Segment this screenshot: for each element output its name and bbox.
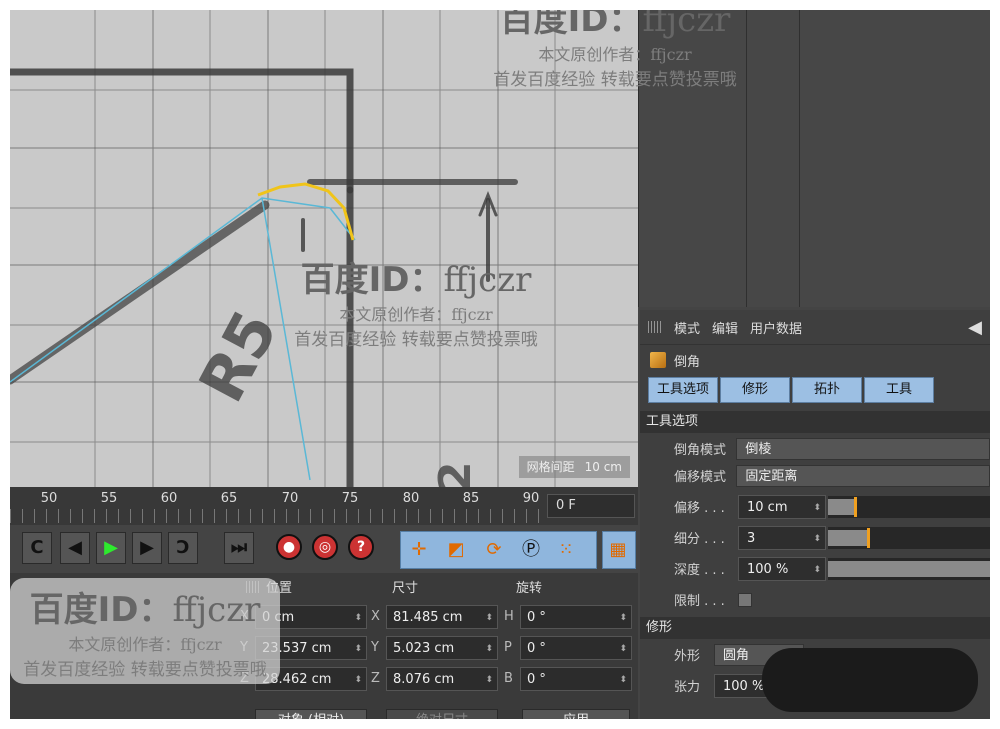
bevel-spline[interactable]	[257, 182, 355, 241]
grid-icon[interactable]: ⁙	[553, 537, 579, 563]
tab-tool[interactable]: 工具	[864, 377, 934, 403]
tab-topology[interactable]: 拓扑	[792, 377, 862, 403]
go-to-end-button[interactable]: Ↄ	[168, 532, 198, 564]
offset-mode-row: 偏移模式 固定距离	[640, 460, 990, 491]
autokey-icon[interactable]: ◎	[312, 534, 338, 560]
depth-label: 深度 . . .	[674, 563, 725, 578]
timeline-tick: 65	[220, 491, 238, 506]
rotation-b-input[interactable]: 0 ° ⬍	[520, 667, 632, 691]
axis-label: H	[504, 609, 514, 624]
rotation-h-input[interactable]: 0 ° ⬍	[520, 605, 632, 629]
menu-mode[interactable]: 模式	[674, 318, 700, 337]
grid-spacing-readout: 网格间距 10 cm	[518, 456, 630, 478]
timeline-tick: 80	[402, 491, 420, 506]
limit-label: 限制 . . .	[674, 594, 725, 609]
timeline-ruler[interactable]: 50 55 60 65 70 75 80 85 90 0 F	[10, 487, 638, 525]
timeline-tick: 55	[100, 491, 118, 506]
grid-spacing-value: 10 cm	[584, 460, 622, 474]
rotate-icon[interactable]: ⟳	[481, 537, 507, 563]
go-to-start-button[interactable]: C	[22, 532, 52, 564]
tab-shaping[interactable]: 修形	[720, 377, 790, 403]
watermark-center: 百度ID：ffjczr 本文原创作者：ffjczr 首发百度经验 转载要点赞投票…	[294, 260, 538, 350]
attribute-menu-bar: 模式 编辑 用户数据 ◀	[640, 310, 990, 345]
depth-input[interactable]: 100 % ⬍	[738, 556, 826, 581]
offset-mode-dropdown[interactable]: 固定距离	[736, 464, 990, 487]
play-button[interactable]: ▶	[96, 532, 126, 564]
offset-slider-fill	[828, 498, 856, 515]
cinema4d-window: R5 2 网格间距 10 cm 模式 编辑 用户数据 ◀ 倒角 工具选项 修形 …	[10, 10, 990, 719]
bevel-tool-icon	[650, 352, 666, 368]
size-y-input[interactable]: 5.023 cm ⬍	[386, 636, 498, 660]
bevel-mode-label: 倒角模式	[674, 443, 727, 458]
next-key-button[interactable]: ▶	[132, 532, 162, 564]
depth-slider[interactable]	[828, 557, 990, 580]
watermark-top: 百度ID：ffjczr 本文原创作者：ffjczr 首发百度经验 转载要点赞投票…	[493, 10, 737, 90]
limit-row: 限制 . . .	[640, 584, 990, 615]
section-shaping[interactable]: 修形	[640, 617, 990, 639]
timeline-tick: 85	[462, 491, 480, 506]
offset-row: 偏移 . . . 10 cm ⬍	[640, 491, 990, 522]
apply-button[interactable]: 应用	[522, 709, 630, 719]
subdivision-input[interactable]: 3 ⬍	[738, 525, 826, 550]
axis-label: X	[371, 609, 380, 624]
axis-label: P	[504, 640, 512, 655]
tab-tool-options[interactable]: 工具选项	[648, 377, 718, 403]
axis-label: B	[504, 671, 513, 686]
object-tags-column	[747, 10, 800, 307]
current-frame-field[interactable]: 0 F	[547, 494, 635, 518]
timeline-tick: 90	[522, 491, 540, 506]
timeline-tick: 75	[341, 491, 359, 506]
help-icon[interactable]: ?	[348, 534, 374, 560]
size-mode-select[interactable]: 绝对尺寸	[386, 709, 498, 719]
header-size: 尺寸	[392, 581, 419, 596]
axis-label: Y	[371, 640, 379, 655]
rotation-p-input[interactable]: 0 ° ⬍	[520, 636, 632, 660]
grid-spacing-label: 网格间距	[526, 460, 575, 474]
subdivision-slider[interactable]	[828, 526, 990, 549]
point-icon[interactable]: Ⓟ	[518, 537, 544, 563]
offset-mode-label: 偏移模式	[674, 470, 727, 485]
header-rotation: 旋转	[516, 581, 543, 596]
film-icon: ▦	[609, 539, 627, 560]
offset-input[interactable]: 10 cm ⬍	[738, 494, 826, 519]
watermark-bottom-left: 百度ID：ffjczr 本文原创作者：ffjczr 首发百度经验 转载要点赞投票…	[10, 578, 280, 684]
menu-edit[interactable]: 编辑	[712, 318, 738, 337]
offset-slider-marker	[853, 496, 857, 517]
timeline-tick: 60	[160, 491, 178, 506]
subdivision-label: 细分 . . .	[674, 532, 725, 547]
attribute-title: 倒角	[640, 345, 990, 375]
size-x-input[interactable]: 81.485 cm ⬍	[386, 605, 498, 629]
limit-checkbox[interactable]	[738, 592, 752, 607]
subdivision-row: 细分 . . . 3 ⬍	[640, 522, 990, 553]
subdivision-slider-fill	[828, 529, 869, 546]
film-button[interactable]: ▦	[602, 531, 636, 569]
sketch-label-2: 2	[430, 461, 481, 487]
timeline-tick: 70	[281, 491, 299, 506]
tool-name: 倒角	[674, 354, 701, 370]
offset-label: 偏移 . . .	[674, 501, 725, 516]
attribute-tabs: 工具选项 修形 拓扑 工具	[640, 377, 990, 403]
size-z-input[interactable]: 8.076 cm ⬍	[386, 667, 498, 691]
back-arrow-icon[interactable]: ◀	[968, 317, 982, 338]
axis-label: Z	[371, 671, 380, 686]
bevel-mode-dropdown[interactable]: 倒棱	[736, 437, 990, 460]
timeline-tick: 50	[40, 491, 58, 506]
tool-button-group: ✛ ◩ ⟳ Ⓟ ⁙	[400, 531, 597, 569]
depth-row: 深度 . . . 100 % ⬍	[640, 553, 990, 584]
timeline-tick-marks	[10, 509, 540, 523]
subdivision-slider-marker	[866, 527, 870, 548]
menu-user-data[interactable]: 用户数据	[750, 318, 802, 337]
section-tool-options[interactable]: 工具选项	[640, 411, 990, 433]
scale-icon[interactable]: ◩	[443, 537, 469, 563]
transport-bar: C ◀ ▶ ▶ Ↄ ⏭ ● ◎ ? ✛ ◩ ⟳ Ⓟ ⁙ ▦	[10, 525, 638, 573]
coordinate-mode-select[interactable]: 对象 (相对)	[255, 709, 367, 719]
record-icon[interactable]: ●	[276, 534, 302, 560]
last-frame-button[interactable]: ⏭	[224, 532, 254, 564]
depth-slider-fill	[828, 560, 990, 577]
previous-key-button[interactable]: ◀	[60, 532, 90, 564]
move-icon[interactable]: ✛	[406, 537, 432, 563]
redaction-blob	[762, 648, 978, 712]
offset-slider[interactable]	[828, 495, 990, 518]
panel-grip-icon[interactable]	[648, 321, 662, 333]
